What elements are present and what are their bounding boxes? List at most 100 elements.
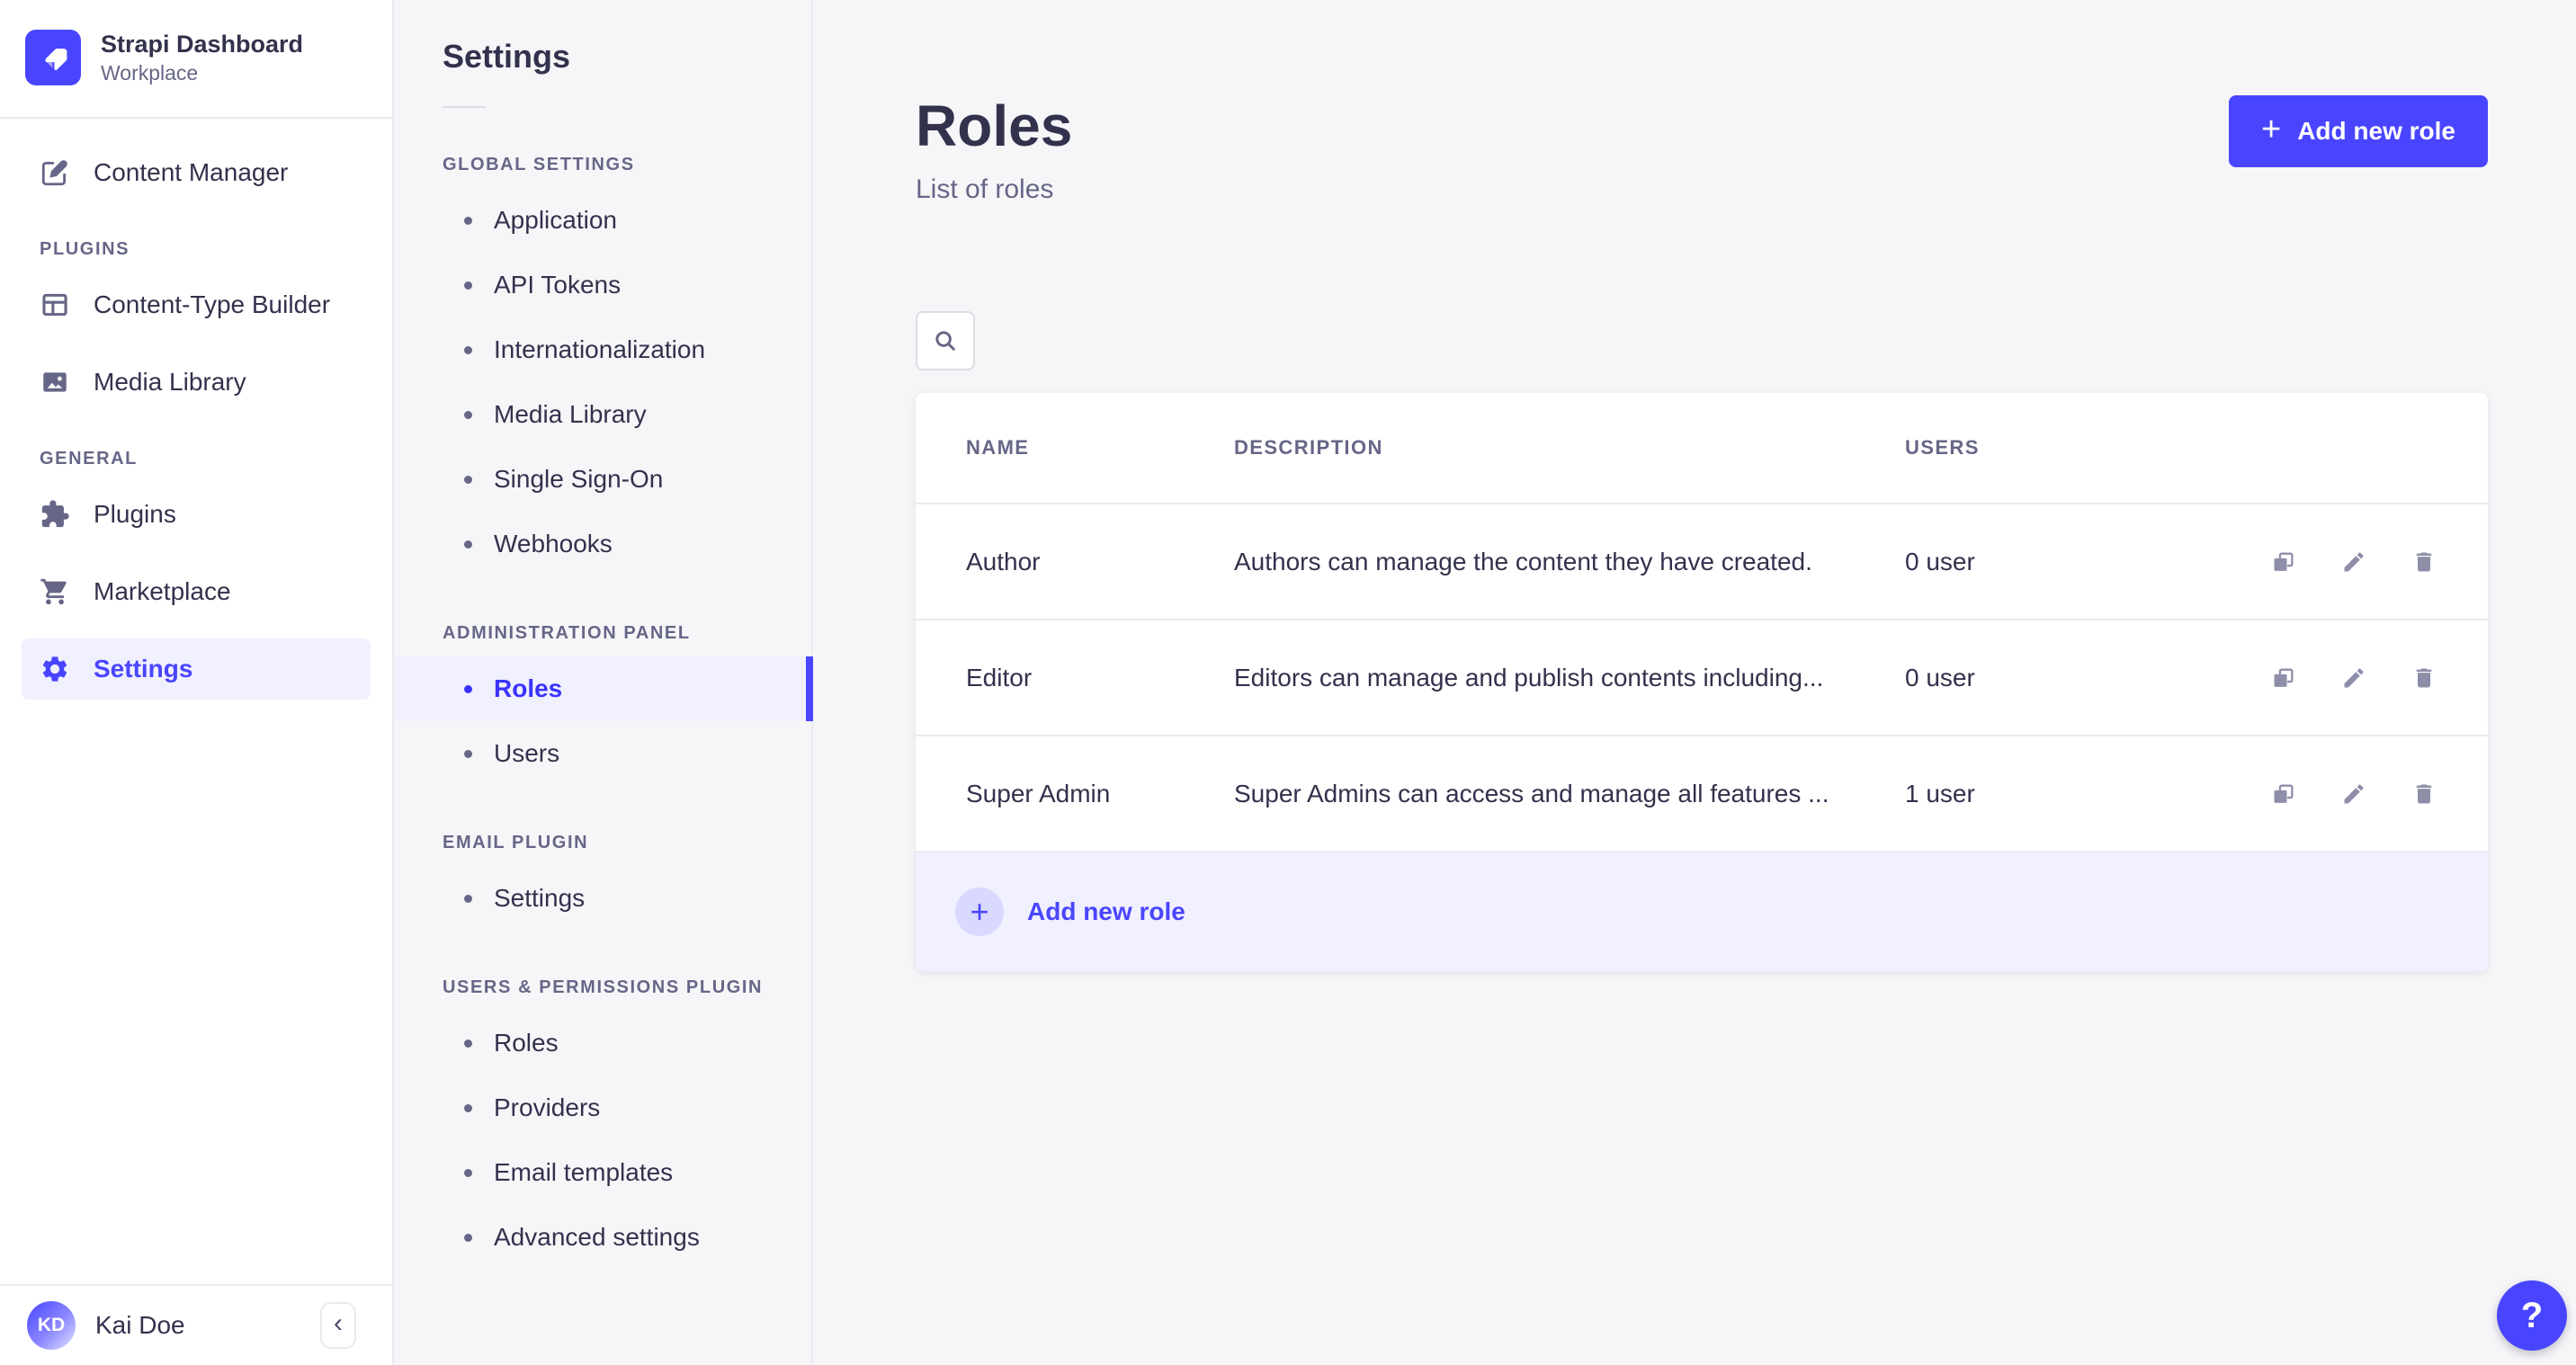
content-manager-icon	[40, 157, 70, 188]
page-subtitle: List of roles	[916, 174, 1054, 204]
bullet-icon	[464, 475, 472, 484]
bullet-icon	[464, 1103, 472, 1112]
role-description: Super Admins can access and manage all f…	[1234, 779, 1829, 807]
row-actions	[2225, 781, 2437, 807]
sidebar-item-label: Content-Type Builder	[94, 290, 331, 318]
roles-table: NAME DESCRIPTION USERS Author Authors ca…	[916, 393, 2488, 971]
duplicate-role-button[interactable]	[2270, 781, 2297, 807]
search-icon	[935, 331, 955, 351]
sidebar-item-label: Content Manager	[94, 158, 289, 186]
subnav-section-global-settings: GLOBAL SETTINGS	[443, 155, 635, 174]
subnav-section-users-permissions-plugin: USERS & PERMISSIONS PLUGIN	[443, 977, 764, 997]
sidebar-item-settings[interactable]: Settings	[22, 638, 371, 700]
edit-icon	[2344, 783, 2364, 803]
avatar[interactable]: KD	[27, 1301, 76, 1350]
add-new-role-label: Add new role	[2297, 117, 2455, 145]
sidebar-footer: KD Kai Doe ‹	[0, 1284, 392, 1365]
table-toolbar	[916, 311, 2488, 370]
subnav-item-advanced-settings[interactable]: Advanced settings	[394, 1205, 811, 1270]
column-header-users: USERS	[1905, 436, 1980, 459]
subnav-item-label: Users	[494, 739, 560, 767]
plus-icon: +	[2261, 111, 2282, 148]
sidebar-item-label: Settings	[94, 655, 193, 682]
sidebar-item-marketplace[interactable]: Marketplace	[22, 561, 371, 622]
role-name: Author	[966, 547, 1041, 575]
subnav-item-label: Single Sign-On	[494, 465, 664, 493]
subnav-item-email-templates[interactable]: Email templates	[394, 1140, 811, 1205]
sidebar-item-content-manager[interactable]: Content Manager	[22, 142, 371, 203]
bullet-icon	[464, 216, 472, 225]
edit-role-button[interactable]	[2340, 665, 2367, 691]
column-header-description: DESCRIPTION	[1234, 436, 1383, 459]
edit-role-button[interactable]	[2340, 549, 2367, 575]
table-row[interactable]: Super Admin Super Admins can access and …	[916, 735, 2488, 851]
row-actions	[2225, 549, 2437, 575]
user-name: Kai Doe	[95, 1311, 185, 1339]
duplicate-role-button[interactable]	[2270, 665, 2297, 691]
trash-icon	[2416, 784, 2432, 803]
page-heading-block: Roles List of roles	[916, 94, 1072, 205]
subnav-item-label: Email templates	[494, 1158, 674, 1186]
search-button[interactable]	[916, 311, 975, 370]
subnav-item-roles[interactable]: Roles	[394, 656, 813, 721]
strapi-mark	[45, 49, 67, 71]
subnav-item-internationalization[interactable]: Internationalization	[394, 317, 811, 382]
table-header-row: NAME DESCRIPTION USERS	[916, 393, 2488, 503]
table-row[interactable]: Author Authors can manage the content th…	[916, 503, 2488, 619]
subnav-item-email-settings[interactable]: Settings	[394, 866, 811, 931]
workspace-brand[interactable]: Strapi Dashboard Workplace	[0, 0, 392, 119]
role-name: Editor	[966, 663, 1033, 691]
table-row[interactable]: Editor Editors can manage and publish co…	[916, 619, 2488, 735]
subnav-section-administration-panel: ADMINISTRATION PANEL	[443, 623, 691, 643]
subnav-item-providers[interactable]: Providers	[394, 1075, 811, 1140]
subnav-item-label: Internationalization	[494, 335, 706, 363]
question-mark-icon: ?	[2520, 1295, 2544, 1335]
duplicate-icon	[2274, 784, 2294, 803]
subnav-section-email-plugin: EMAIL PLUGIN	[443, 833, 589, 852]
subnav-item-users[interactable]: Users	[394, 721, 811, 786]
delete-role-button[interactable]	[2411, 665, 2437, 691]
app-title: Strapi Dashboard	[101, 31, 304, 58]
subnav-item-api-tokens[interactable]: API Tokens	[394, 253, 811, 317]
edit-role-button[interactable]	[2340, 781, 2367, 807]
active-indicator	[806, 656, 813, 721]
page-header: Roles List of roles + Add new role	[916, 94, 2488, 205]
sidebar-section-general: GENERAL	[40, 449, 138, 468]
subnav-item-single-sign-on[interactable]: Single Sign-On	[394, 447, 811, 512]
sidebar-collapse-button[interactable]: ‹	[320, 1302, 356, 1349]
trash-icon	[2416, 552, 2432, 571]
subnav-item-application[interactable]: Application	[394, 188, 811, 253]
media-library-icon	[40, 367, 70, 397]
subnav-item-label: Application	[494, 206, 617, 234]
delete-role-button[interactable]	[2411, 781, 2437, 807]
brand-text: Strapi Dashboard Workplace	[101, 29, 303, 86]
bullet-icon	[464, 1039, 472, 1048]
subnav-item-label: Providers	[494, 1093, 601, 1121]
sidebar-item-content-type-builder[interactable]: Content-Type Builder	[22, 274, 371, 335]
subnav-item-media-library[interactable]: Media Library	[394, 382, 811, 447]
sidebar-item-label: Plugins	[94, 500, 176, 528]
settings-subnav: Settings GLOBAL SETTINGS Application API…	[394, 0, 813, 1365]
delete-role-button[interactable]	[2411, 549, 2437, 575]
marketplace-icon	[40, 576, 70, 607]
subnav-item-webhooks[interactable]: Webhooks	[394, 512, 811, 576]
subnav-item-label: Media Library	[494, 400, 647, 428]
app-root: Strapi Dashboard Workplace Content Manag…	[0, 0, 2576, 1365]
bullet-icon	[464, 410, 472, 419]
sidebar-item-plugins[interactable]: Plugins	[22, 484, 371, 545]
trash-icon	[2416, 668, 2432, 687]
duplicate-icon	[2274, 668, 2294, 687]
subnav-item-up-roles[interactable]: Roles	[394, 1011, 811, 1075]
subnav-divider	[443, 106, 486, 108]
main-content: Roles List of roles + Add new role NAME …	[813, 0, 2576, 1365]
add-new-role-row[interactable]: + Add new role	[916, 851, 2488, 971]
bullet-icon	[464, 281, 472, 290]
bullet-icon	[464, 684, 472, 693]
sidebar-item-media-library[interactable]: Media Library	[22, 352, 371, 413]
duplicate-role-button[interactable]	[2270, 549, 2297, 575]
add-new-role-button[interactable]: + Add new role	[2229, 95, 2488, 167]
subnav-item-label: Settings	[494, 884, 586, 912]
help-button[interactable]: ?	[2497, 1280, 2567, 1351]
duplicate-icon	[2274, 552, 2294, 571]
row-actions	[2225, 665, 2437, 691]
